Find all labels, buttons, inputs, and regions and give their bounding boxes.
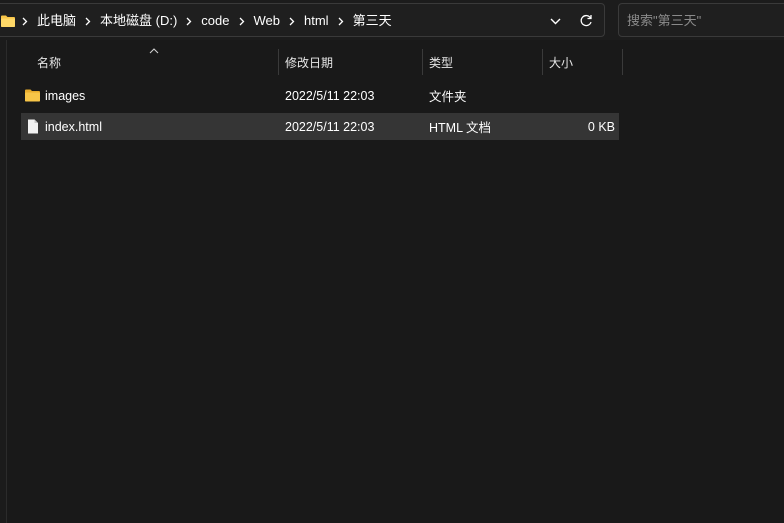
breadcrumb-current-folder[interactable]: 第三天 <box>351 4 394 38</box>
file-type: 文件夹 <box>429 90 467 104</box>
file-row-images[interactable]: images 2022/5/11 22:03 文件夹 <box>21 82 619 109</box>
file-size <box>549 82 615 109</box>
column-divider[interactable] <box>278 49 279 75</box>
address-bar[interactable]: 此电脑 本地磁盘 (D:) code Web html 第三天 <box>0 3 605 37</box>
folder-icon <box>1 15 15 27</box>
chevron-right-icon[interactable] <box>331 4 351 38</box>
column-divider[interactable] <box>622 49 623 75</box>
file-size: 0 KB <box>587 119 615 134</box>
file-modified: 2022/5/11 22:03 <box>285 119 375 134</box>
chevron-right-icon[interactable] <box>282 4 302 38</box>
breadcrumb: 此电脑 本地磁盘 (D:) code Web html 第三天 <box>0 4 394 38</box>
chevron-right-icon[interactable] <box>232 4 252 38</box>
file-modified: 2022/5/11 22:03 <box>285 88 375 103</box>
file-name: images <box>45 88 86 103</box>
breadcrumb-local-disk[interactable]: 本地磁盘 (D:) <box>98 4 179 38</box>
chevron-right-icon[interactable] <box>15 4 35 38</box>
file-row-index-html[interactable]: index.html 2022/5/11 22:03 HTML 文档 0 KB <box>21 113 619 140</box>
chevron-down-icon[interactable] <box>543 4 567 38</box>
navigation-pane-edge[interactable] <box>0 40 7 523</box>
breadcrumb-this-pc[interactable]: 此电脑 <box>35 4 78 38</box>
column-header-name[interactable]: 名称 <box>37 48 277 76</box>
chevron-right-icon[interactable] <box>179 4 199 38</box>
file-icon <box>24 118 41 135</box>
search-box[interactable] <box>618 3 784 37</box>
folder-icon <box>24 87 41 104</box>
column-header-size[interactable]: 大小 <box>549 48 619 76</box>
breadcrumb-web[interactable]: Web <box>252 4 283 38</box>
column-header-type[interactable]: 类型 <box>429 48 539 76</box>
file-type: HTML 文档 <box>429 121 492 135</box>
chevron-right-icon[interactable] <box>78 4 98 38</box>
toolbar: 此电脑 本地磁盘 (D:) code Web html 第三天 <box>0 0 784 40</box>
column-header-modified[interactable]: 修改日期 <box>285 48 420 76</box>
column-divider[interactable] <box>542 49 543 75</box>
breadcrumb-html[interactable]: html <box>302 4 331 38</box>
breadcrumb-code[interactable]: code <box>199 4 231 38</box>
column-divider[interactable] <box>422 49 423 75</box>
search-input[interactable] <box>627 4 777 36</box>
file-name: index.html <box>45 119 102 134</box>
refresh-icon[interactable] <box>573 4 599 38</box>
